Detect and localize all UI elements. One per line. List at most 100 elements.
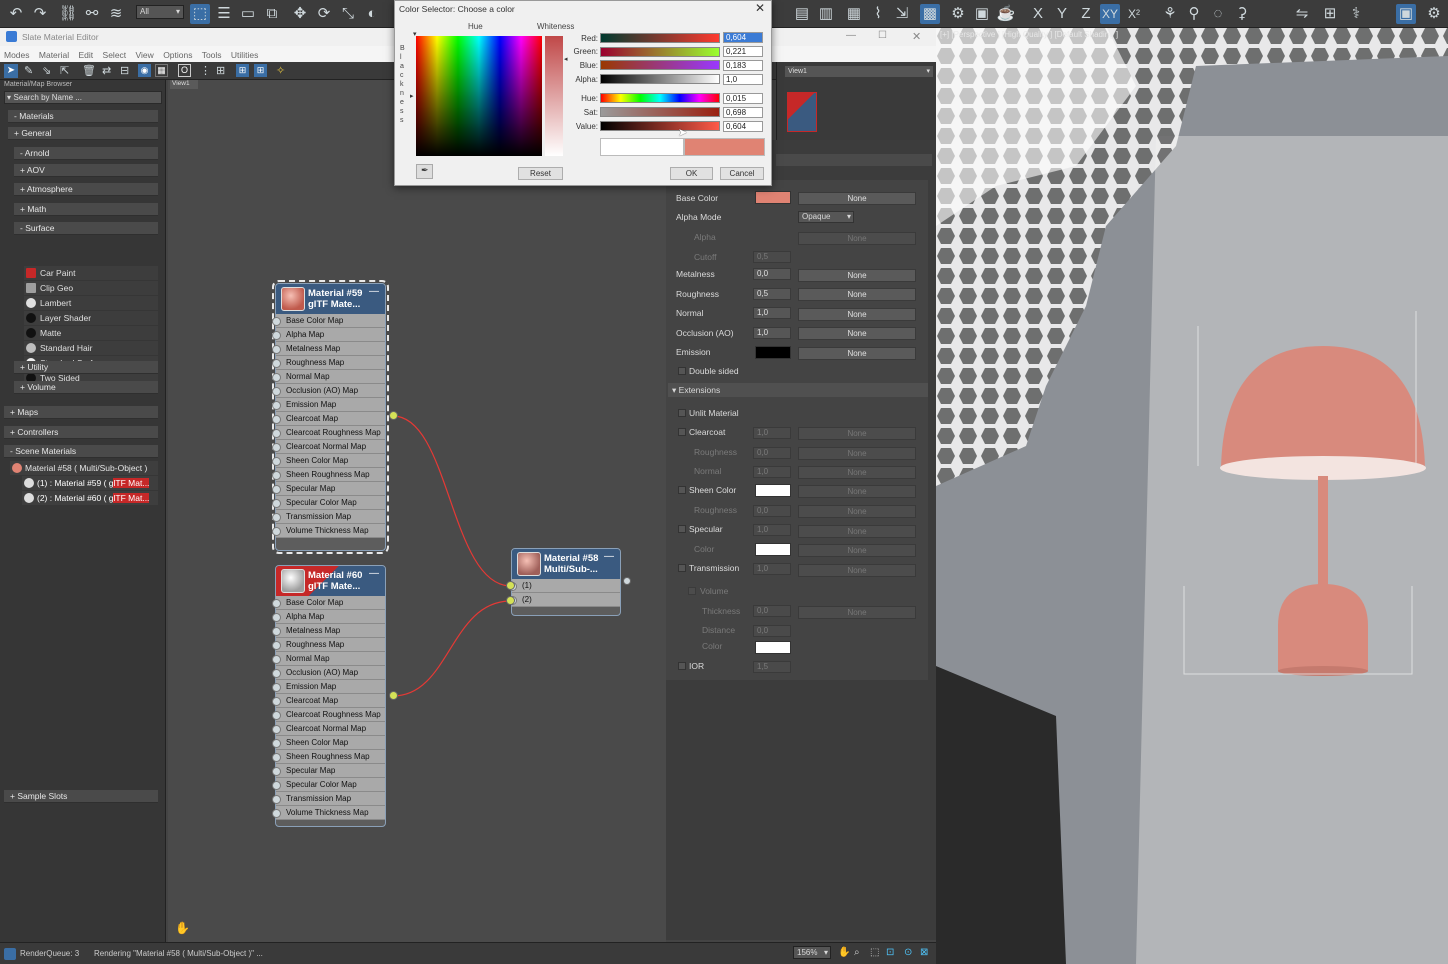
metalness-map-button[interactable]: None: [798, 269, 916, 282]
node-slot[interactable]: Normal Map: [272, 652, 385, 666]
spec-color-swatch[interactable]: [755, 543, 791, 556]
render-queue-icon[interactable]: [4, 948, 16, 960]
thickness-map-button[interactable]: None: [798, 606, 916, 619]
node-slot[interactable]: Specular Map: [272, 764, 385, 778]
node-slot[interactable]: Specular Map: [272, 482, 385, 496]
clearcoat-spinner[interactable]: 1,0: [753, 427, 791, 439]
value-slider[interactable]: [600, 121, 720, 131]
output-socket-icon[interactable]: [389, 691, 398, 700]
metalness-spinner[interactable]: 0,0: [753, 268, 791, 280]
percent-snap-icon[interactable]: ◌: [1208, 4, 1228, 24]
sheen-roughness-map-button[interactable]: None: [798, 505, 916, 518]
node-slot[interactable]: Clearcoat Roughness Map: [272, 708, 385, 722]
specular-map-button[interactable]: None: [798, 525, 916, 538]
node-slot[interactable]: Alpha Map: [272, 610, 385, 624]
cc-roughness-map-button[interactable]: None: [798, 447, 916, 460]
node-slot[interactable]: (1): [508, 579, 620, 593]
zoom-all-icon[interactable]: ⊠: [920, 947, 928, 958]
zoom-dropdown[interactable]: 156% ▾: [793, 946, 831, 959]
zoom-region-icon[interactable]: ⬚: [870, 947, 879, 958]
reset-button[interactable]: Reset: [518, 167, 563, 180]
spec-color-map-button[interactable]: None: [798, 544, 916, 557]
render-setup-icon[interactable]: ⚙: [948, 4, 968, 24]
alpha-map-button[interactable]: None: [798, 232, 916, 245]
sheen-checkbox[interactable]: [678, 486, 686, 494]
node-slot[interactable]: (2): [508, 593, 620, 607]
view-dropdown[interactable]: View1 ▾: [785, 66, 933, 77]
zoom-icon[interactable]: ⌕: [854, 947, 860, 958]
save-icon[interactable]: ▣: [1396, 4, 1416, 24]
ok-button[interactable]: OK: [670, 167, 713, 180]
red-value[interactable]: 0,604: [723, 32, 763, 43]
input-socket-icon[interactable]: [506, 581, 515, 590]
node-slot[interactable]: Sheen Roughness Map: [272, 468, 385, 482]
hue-slider[interactable]: [600, 93, 720, 103]
value-value[interactable]: 0,604: [723, 121, 763, 132]
transmission-map-button[interactable]: None: [798, 564, 916, 577]
axis-xy-alt-icon[interactable]: X²: [1124, 4, 1144, 24]
normal-spinner[interactable]: 1,0: [753, 307, 791, 319]
node-slot[interactable]: Clearcoat Roughness Map: [272, 426, 385, 440]
ior-checkbox[interactable]: [678, 662, 686, 670]
navigator-preview[interactable]: [787, 92, 817, 132]
node-slot[interactable]: Occlusion (AO) Map: [272, 384, 385, 398]
emission-map-button[interactable]: None: [798, 347, 916, 360]
eyedropper-button[interactable]: ✒: [416, 164, 433, 179]
collapse-icon[interactable]: —: [369, 568, 379, 579]
roughness-map-button[interactable]: None: [798, 288, 916, 301]
spinner-snap-icon[interactable]: ⚳: [1232, 4, 1252, 24]
sheen-color-map-button[interactable]: None: [798, 485, 916, 498]
hue-blackness-picker[interactable]: [416, 36, 542, 156]
normal-align-icon[interactable]: ⚕: [1346, 4, 1366, 24]
clearcoat-checkbox[interactable]: [678, 428, 686, 436]
normal-map-button[interactable]: None: [798, 308, 916, 321]
occlusion-map-button[interactable]: None: [798, 327, 916, 340]
specular-checkbox[interactable]: [678, 525, 686, 533]
cutoff-spinner[interactable]: 0,5: [753, 251, 791, 263]
occlusion-spinner[interactable]: 1,0: [753, 327, 791, 339]
axis-y-icon[interactable]: Y: [1052, 4, 1072, 24]
node-slot[interactable]: Emission Map: [272, 680, 385, 694]
node-slot[interactable]: Clearcoat Normal Map: [272, 722, 385, 736]
output-socket-icon[interactable]: [389, 411, 398, 420]
node-slot[interactable]: Metalness Map: [272, 342, 385, 356]
thickness-spinner[interactable]: 0,0: [753, 605, 791, 617]
node-slot[interactable]: Roughness Map: [272, 638, 385, 652]
sheen-color-swatch[interactable]: [755, 484, 791, 497]
emission-swatch[interactable]: [755, 346, 791, 359]
hue-value[interactable]: 0,015: [723, 93, 763, 104]
axis-xy-icon[interactable]: XY: [1100, 4, 1120, 24]
node-slot[interactable]: Base Color Map: [272, 596, 385, 610]
pan-icon[interactable]: ✋: [838, 947, 850, 958]
blue-value[interactable]: 0,183: [723, 60, 763, 71]
node-slot[interactable]: Sheen Roughness Map: [272, 750, 385, 764]
transmission-checkbox[interactable]: [678, 564, 686, 572]
close-icon[interactable]: ✕: [755, 1, 765, 15]
node-material-59[interactable]: Material #59 glTF Mate... — Base Color M…: [272, 280, 389, 554]
collapse-icon[interactable]: —: [604, 551, 614, 562]
viewport[interactable]: [+] [Perspective ] [High Quality ] [Defa…: [936, 26, 1448, 964]
double-sided-checkbox[interactable]: [678, 367, 686, 375]
node-slot[interactable]: Clearcoat Map: [272, 694, 385, 708]
node-slot[interactable]: Sheen Color Map: [272, 736, 385, 750]
cc-normal-map-button[interactable]: None: [798, 466, 916, 479]
ior-spinner[interactable]: 1,5: [753, 661, 791, 673]
whiteness-picker[interactable]: [545, 36, 563, 156]
collapse-icon[interactable]: —: [369, 286, 379, 297]
node-slot[interactable]: Metalness Map: [272, 624, 385, 638]
node-slot[interactable]: Specular Color Map: [272, 778, 385, 792]
axis-x-icon[interactable]: X: [1028, 4, 1048, 24]
node-slot[interactable]: Normal Map: [272, 370, 385, 384]
green-value[interactable]: 0,221: [723, 46, 763, 57]
preferences-icon[interactable]: ⚙: [1424, 4, 1444, 24]
roughness-spinner[interactable]: 0,5: [753, 288, 791, 300]
angle-snap-icon[interactable]: ⚲: [1184, 4, 1204, 24]
zoom-selected-icon[interactable]: ⊙: [904, 947, 912, 958]
specular-spinner[interactable]: 1,0: [753, 524, 791, 536]
node-slot[interactable]: Occlusion (AO) Map: [272, 666, 385, 680]
extensions-rollout-header[interactable]: ▾ Extensions: [668, 383, 928, 397]
mirror-icon[interactable]: ⇋: [1292, 4, 1312, 24]
base-color-swatch[interactable]: [755, 191, 791, 204]
zoom-extents-icon[interactable]: ⊡: [886, 947, 894, 958]
input-socket-icon[interactable]: [506, 596, 515, 605]
